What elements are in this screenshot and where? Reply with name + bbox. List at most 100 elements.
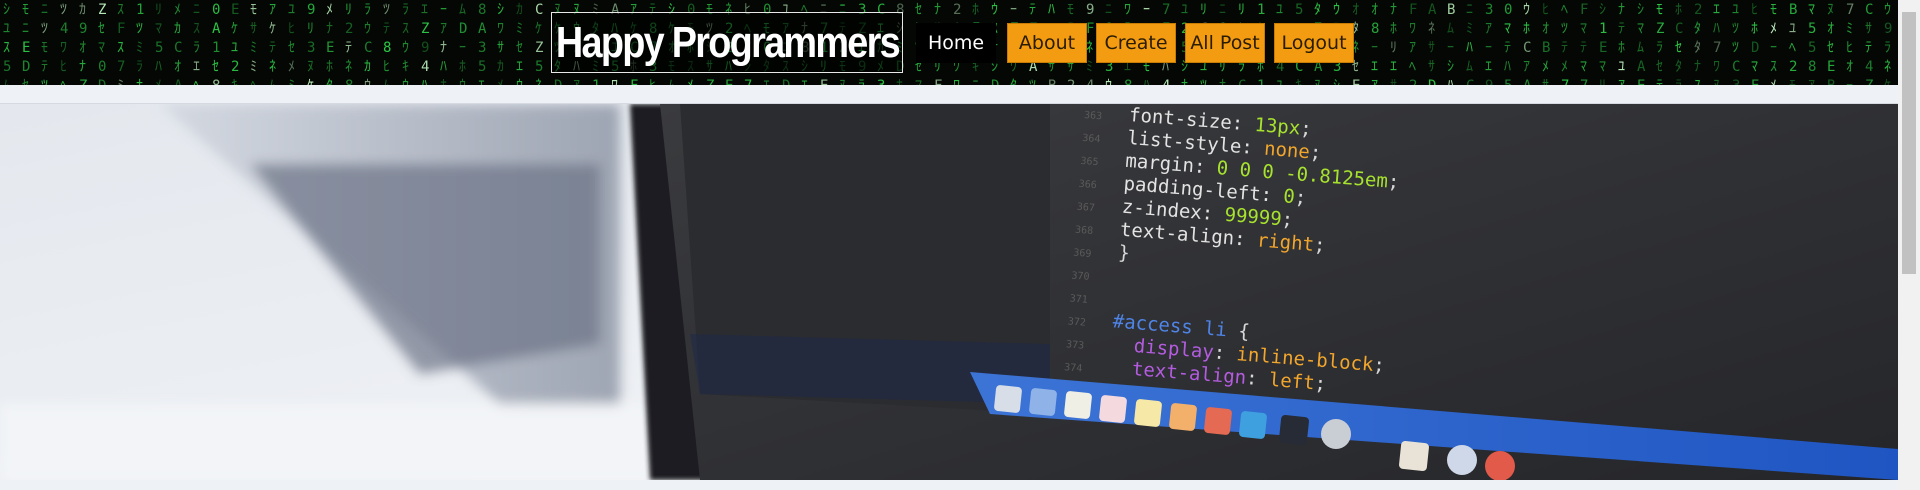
matrix-glyph: ｳ	[1333, 2, 1340, 18]
matrix-glyph: E	[725, 78, 733, 85]
matrix-glyph: ﾋ	[60, 59, 67, 75]
matrix-glyph: ﾈ	[269, 59, 276, 75]
matrix-glyph: ｱ	[1371, 78, 1378, 85]
matrix-glyph: A	[174, 78, 183, 85]
matrix-glyph: A	[212, 21, 221, 37]
matrix-glyph: Z	[535, 40, 543, 56]
page-scrollbar[interactable]	[1898, 0, 1920, 490]
matrix-glyph: ｻ	[497, 40, 504, 56]
matrix-glyph: ﾅ	[1181, 78, 1188, 85]
matrix-glyph: ﾎ	[1751, 21, 1758, 37]
matrix-glyph: ｽ	[117, 40, 124, 56]
matrix-glyph: ﾕ	[1276, 78, 1283, 85]
matrix-glyph: E	[1751, 78, 1759, 85]
matrix-glyph: 8	[1808, 59, 1816, 75]
code-token: 99999	[1223, 203, 1283, 231]
matrix-glyph: ﾓ	[22, 2, 29, 18]
matrix-glyph: 8	[212, 78, 220, 85]
matrix-glyph: ｰ	[440, 2, 447, 18]
nav-all-post[interactable]: All Post	[1185, 23, 1265, 63]
matrix-glyph: Z	[706, 78, 714, 85]
matrix-glyph: ﾈ	[1884, 59, 1891, 75]
matrix-glyph: 3	[1485, 2, 1493, 18]
matrix-glyph: Z	[98, 2, 106, 18]
matrix-glyph: ﾃ	[1865, 40, 1872, 56]
matrix-glyph: ｽ	[1770, 59, 1777, 75]
matrix-glyph: C	[1865, 2, 1873, 18]
matrix-glyph: ﾊ	[1048, 2, 1055, 18]
nav-logout[interactable]: Logout	[1274, 23, 1354, 63]
matrix-glyph: ﾕ	[1181, 2, 1188, 18]
matrix-glyph: ﾑ	[1637, 40, 1644, 56]
matrix-glyph: C	[1238, 78, 1246, 85]
matrix-glyph: ﾊ	[1713, 21, 1720, 37]
matrix-glyph: 5	[1808, 40, 1816, 56]
matrix-glyph: ﾐ	[136, 40, 143, 56]
matrix-glyph: ﾋ	[1846, 40, 1853, 56]
matrix-glyph: ﾒ	[687, 78, 694, 85]
matrix-glyph: ｰ	[1846, 78, 1853, 85]
nav-home[interactable]: Home	[916, 23, 996, 63]
matrix-glyph: ﾏ	[1580, 59, 1587, 75]
matrix-glyph: ｳ	[516, 78, 523, 85]
matrix-glyph: ﾃ	[1580, 40, 1587, 56]
matrix-glyph: ﾏ	[1599, 59, 1606, 75]
code-token: :	[1212, 341, 1238, 366]
matrix-glyph: ｾ	[212, 59, 219, 75]
nav-about[interactable]: About	[1007, 23, 1087, 63]
matrix-glyph: C	[1523, 40, 1531, 56]
matrix-glyph: ｷ	[231, 78, 238, 85]
matrix-glyph: ﾐ	[1846, 21, 1853, 37]
matrix-glyph: ﾋ	[649, 78, 656, 85]
matrix-glyph: ﾗ	[402, 2, 409, 18]
matrix-glyph: ﾇ	[307, 59, 314, 75]
matrix-glyph: ﾎ	[1523, 21, 1530, 37]
matrix-glyph: E	[326, 40, 334, 56]
matrix-glyph: A	[1523, 78, 1532, 85]
matrix-glyph: 5	[1295, 2, 1303, 18]
matrix-glyph: ﾜ	[1124, 2, 1131, 18]
matrix-glyph: ｹ	[535, 21, 542, 37]
matrix-glyph: ﾍ	[1789, 40, 1796, 56]
matrix-glyph: D	[1428, 78, 1436, 85]
matrix-glyph: 1	[136, 2, 144, 18]
matrix-glyph: ﾐ	[250, 40, 257, 56]
matrix-glyph: ﾏ	[155, 21, 162, 37]
brand-logo[interactable]: Happy Programmers	[551, 12, 903, 73]
matrix-glyph: D	[1751, 40, 1759, 56]
matrix-glyph: 7	[1162, 2, 1170, 18]
matrix-glyph: ｳ	[991, 2, 998, 18]
matrix-glyph: Z	[1656, 21, 1664, 37]
matrix-glyph: 0	[212, 2, 220, 18]
matrix-glyph: ｼ	[1333, 78, 1340, 85]
matrix-glyph: A	[1637, 59, 1646, 75]
matrix-glyph: 3	[478, 40, 486, 56]
matrix-glyph: ﾎ	[1390, 21, 1397, 37]
matrix-glyph: ﾜ	[60, 40, 67, 56]
matrix-glyph: 4	[421, 59, 429, 75]
matrix-glyph: ｴ	[193, 59, 200, 75]
matrix-glyph: 8	[1371, 21, 1379, 37]
matrix-glyph: 5	[3, 59, 11, 75]
matrix-glyph: ﾜ	[497, 21, 504, 37]
code-token: ;	[1372, 353, 1386, 377]
matrix-glyph: D	[554, 78, 562, 85]
matrix-glyph: ﾎ	[440, 78, 447, 85]
matrix-glyph: ｻ	[1428, 40, 1435, 56]
matrix-glyph: ﾂ	[1029, 78, 1036, 85]
matrix-glyph: ﾅ	[1390, 2, 1397, 18]
matrix-glyph: D	[991, 78, 999, 85]
code-snippet: font-size: 13px; list-style: none; margin:…	[1106, 104, 1827, 458]
matrix-glyph: ｵ	[1352, 2, 1359, 18]
matrix-glyph: A	[478, 21, 487, 37]
scrollbar-thumb[interactable]	[1902, 12, 1916, 274]
matrix-glyph: ﾑ	[1466, 59, 1473, 75]
matrix-glyph: 0	[98, 59, 106, 75]
matrix-glyph: ｳ	[364, 21, 371, 37]
matrix-glyph: ﾗ	[1675, 78, 1682, 85]
matrix-glyph: ﾒ	[326, 2, 333, 18]
matrix-glyph: ｰ	[1371, 40, 1378, 56]
nav-create[interactable]: Create	[1096, 23, 1176, 63]
matrix-glyph: ﾐ	[250, 59, 257, 75]
matrix-glyph: ﾕ	[3, 21, 10, 37]
